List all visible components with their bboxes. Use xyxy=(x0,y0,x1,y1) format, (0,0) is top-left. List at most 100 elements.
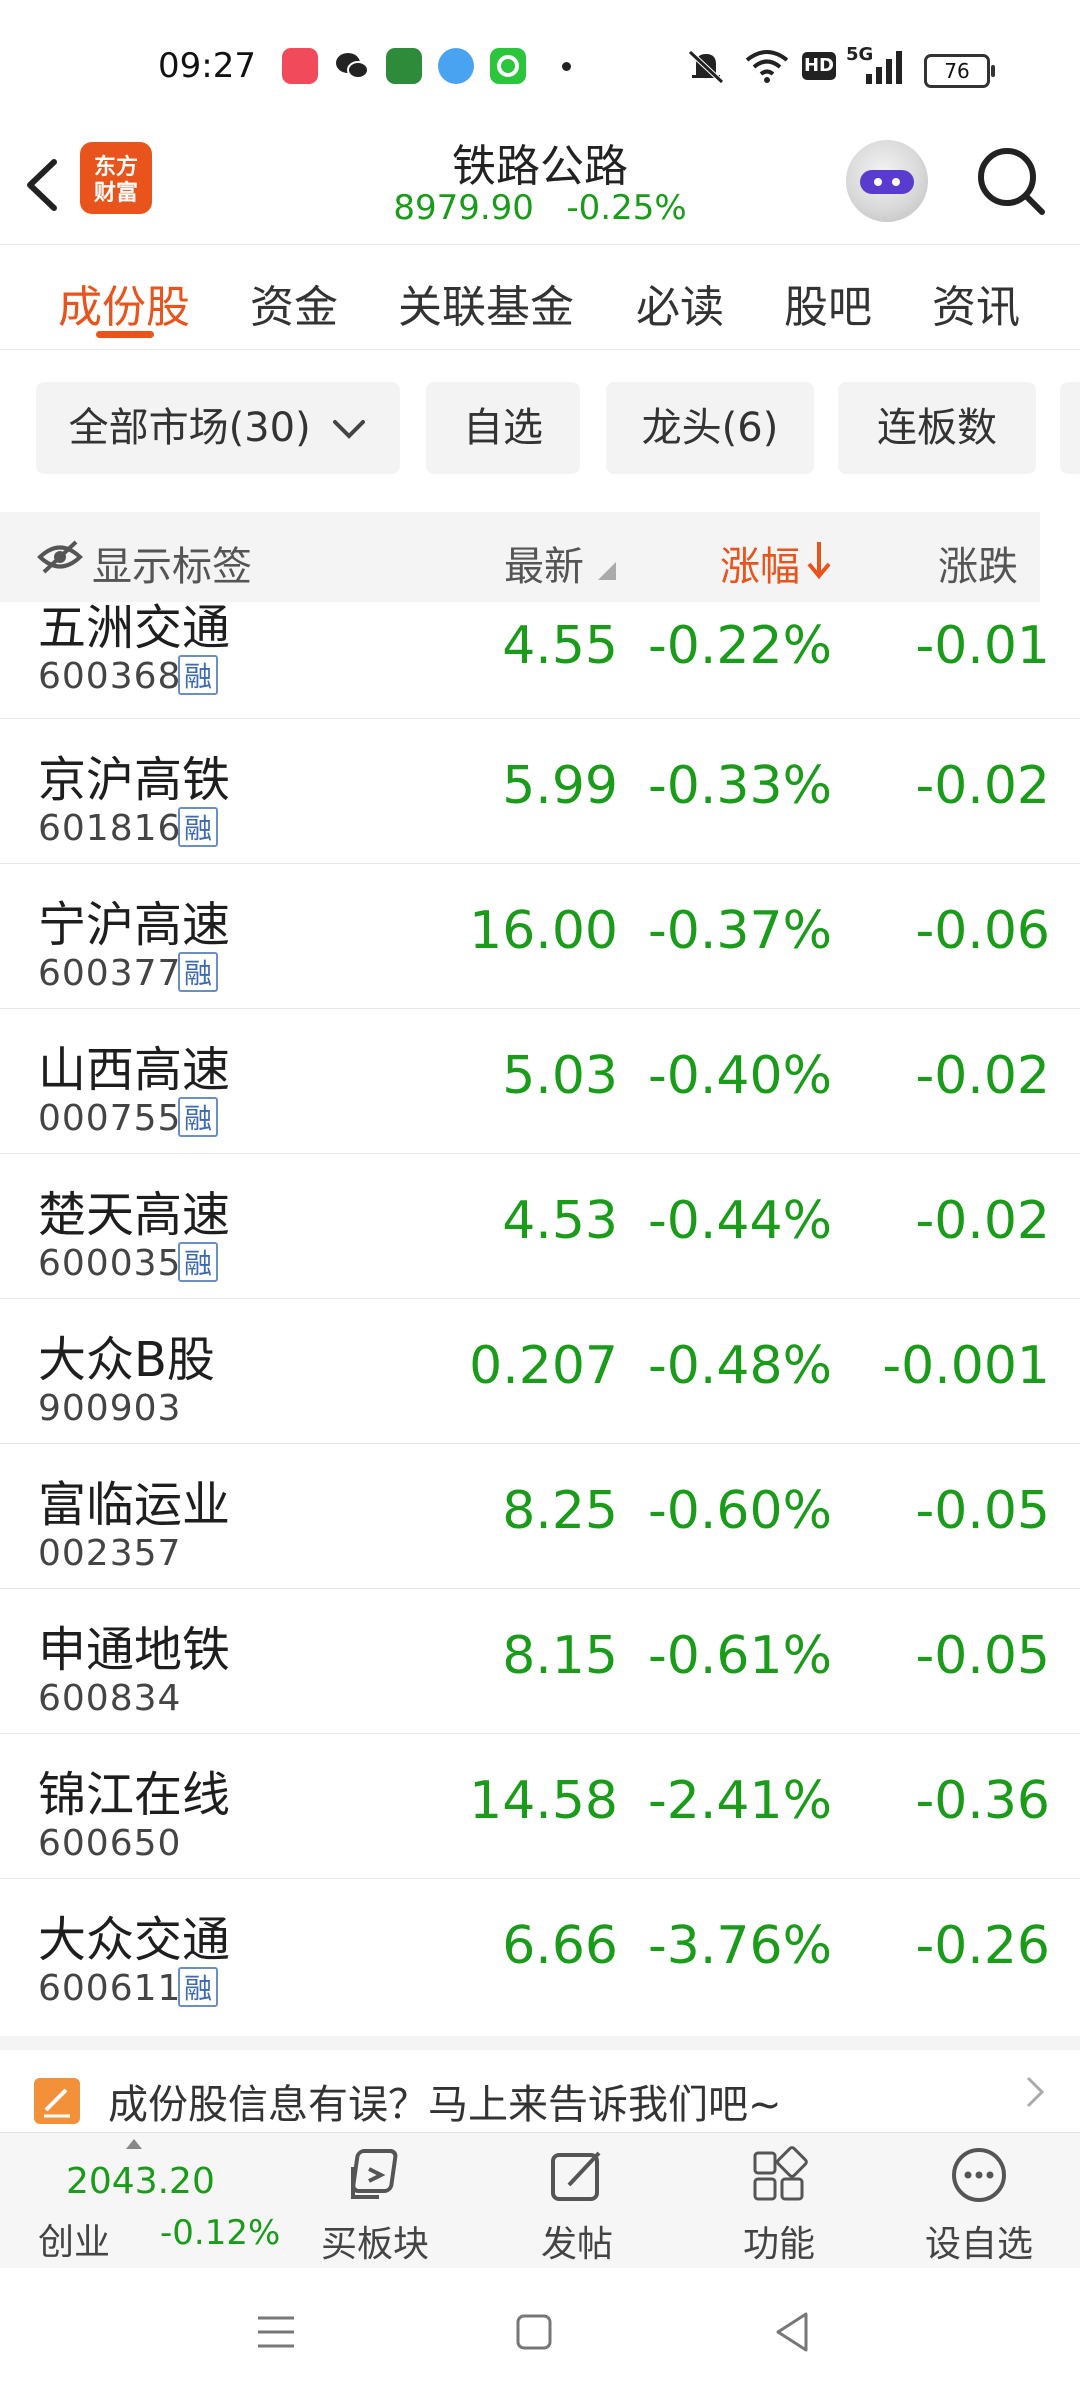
stock-row[interactable]: 锦江在线 600650 14.58 -2.41% -0.36 xyxy=(0,1733,1080,1879)
market-index-value: 2043.20 xyxy=(66,2161,215,2202)
stock-price: 0.207 xyxy=(469,1336,618,1396)
compose-icon xyxy=(551,2151,601,2201)
battery-icon: 76 xyxy=(924,54,995,88)
streak-filter[interactable]: 连板数 xyxy=(838,382,1036,474)
market-filter-dropdown[interactable]: 全部市场(30) xyxy=(36,382,400,474)
tab-forum[interactable]: 股吧 xyxy=(784,271,872,335)
tab-funds-flow[interactable]: 资金 xyxy=(250,271,338,335)
stock-change: -0.02 xyxy=(915,756,1050,816)
buy-sector-icon xyxy=(351,2149,398,2199)
stock-price: 8.25 xyxy=(502,1481,618,1541)
stock-name: 大众交通 xyxy=(38,1912,231,1968)
stock-row[interactable]: 京沪高铁 601816 融 5.99 -0.33% -0.02 xyxy=(0,718,1080,864)
feedback-text: 成份股信息有误？马上来告诉我们吧~ xyxy=(108,2082,782,2128)
stock-price: 4.53 xyxy=(502,1191,618,1251)
stock-change: -0.05 xyxy=(915,1626,1050,1686)
more-filter[interactable] xyxy=(1060,382,1080,474)
edit-note-icon xyxy=(34,2078,80,2124)
stock-change-pct: -0.33% xyxy=(648,756,832,816)
back-nav-icon[interactable] xyxy=(772,2310,812,2354)
feather-app-icon xyxy=(438,48,474,84)
app-logo[interactable]: 东方 财富 xyxy=(80,142,152,214)
eye-hidden-icon[interactable] xyxy=(36,538,84,576)
stock-name: 楚天高速 xyxy=(38,1187,231,1243)
stock-change-pct: -0.40% xyxy=(648,1046,832,1106)
stock-price: 8.15 xyxy=(502,1626,618,1686)
chevron-right-icon xyxy=(1024,2070,1048,2125)
margin-badge: 融 xyxy=(178,1242,218,1282)
stock-code: 002357 xyxy=(38,1533,182,1574)
stock-change: -0.001 xyxy=(882,1336,1050,1396)
stock-row[interactable]: 五洲交通 600368 融 4.55 -0.22% -0.01 xyxy=(0,574,1080,719)
status-time: 09:27 xyxy=(158,46,256,86)
post-label: 发帖 xyxy=(540,2224,613,2265)
stock-name: 锦江在线 xyxy=(38,1767,231,1823)
green-app-icon xyxy=(490,48,526,84)
watchlist-filter-label: 自选 xyxy=(463,405,543,451)
home-icon[interactable] xyxy=(514,2312,554,2352)
stock-row[interactable]: 楚天高速 600035 融 4.53 -0.44% -0.02 xyxy=(0,1153,1080,1299)
back-button[interactable] xyxy=(18,150,78,220)
search-button[interactable] xyxy=(972,142,1052,222)
stock-change: -0.26 xyxy=(915,1916,1050,1976)
market-index-change: -0.12% xyxy=(160,2213,281,2253)
tab-constituents[interactable]: 成份股 xyxy=(58,271,190,335)
market-index-widget[interactable]: 2043.20 创业 -0.12% xyxy=(0,2133,290,2269)
caret-up-icon xyxy=(126,2139,142,2149)
stock-change-pct: -0.61% xyxy=(648,1626,832,1686)
margin-badge: 融 xyxy=(178,1967,218,2007)
add-watchlist-label: 设自选 xyxy=(924,2224,1033,2265)
stock-price: 6.66 xyxy=(502,1916,618,1976)
tab-news[interactable]: 资讯 xyxy=(932,271,1020,335)
stock-row[interactable]: 大众交通 600611 融 6.66 -3.76% -0.26 xyxy=(0,1878,1080,2023)
svg-text:东方: 东方 xyxy=(94,154,138,180)
stock-change-pct: -0.48% xyxy=(648,1336,832,1396)
watchlist-filter[interactable]: 自选 xyxy=(426,382,580,474)
buy-sector-button[interactable]: 买板块 xyxy=(300,2133,450,2269)
tab-related-funds[interactable]: 关联基金 xyxy=(398,271,574,335)
tab-must-read[interactable]: 必读 xyxy=(636,271,724,335)
stock-name: 宁沪高速 xyxy=(38,897,231,953)
stock-name: 富临运业 xyxy=(38,1477,231,1533)
post-button[interactable]: 发帖 xyxy=(502,2133,652,2269)
wechat-icon xyxy=(334,48,370,84)
stock-row[interactable]: 山西高速 000755 融 5.03 -0.40% -0.02 xyxy=(0,1008,1080,1154)
stock-change-pct: -3.76% xyxy=(648,1916,832,1976)
menu-icon[interactable] xyxy=(254,2312,298,2352)
stock-row[interactable]: 富临运业 002357 8.25 -0.60% -0.05 xyxy=(0,1443,1080,1589)
battery-level: 76 xyxy=(944,59,970,83)
leaders-filter[interactable]: 龙头(6) xyxy=(606,382,814,474)
market-filter-label: 全部市场(30) xyxy=(68,405,311,451)
stock-name: 京沪高铁 xyxy=(38,752,231,808)
stock-change: -0.02 xyxy=(915,1191,1050,1251)
stock-name: 山西高速 xyxy=(38,1042,231,1098)
more-circle-icon xyxy=(952,2148,1006,2202)
leaders-filter-label: 龙头(6) xyxy=(641,405,779,451)
sector-index-value: 8979.90 xyxy=(393,188,534,228)
system-nav-bar xyxy=(0,2268,1080,2400)
stock-code: 600611 xyxy=(38,1968,182,2009)
stock-row[interactable]: 申通地铁 600834 8.15 -0.61% -0.05 xyxy=(0,1588,1080,1734)
robot-assistant-icon[interactable] xyxy=(846,140,928,222)
signal-icon xyxy=(866,51,902,84)
stock-change-pct: -0.37% xyxy=(648,901,832,961)
wifi-icon xyxy=(745,50,789,83)
mute-icon xyxy=(688,50,724,84)
stock-row[interactable]: 大众B股 900903 0.207 -0.48% -0.001 xyxy=(0,1298,1080,1444)
functions-button[interactable]: 功能 xyxy=(704,2133,854,2269)
stock-change-pct: -0.44% xyxy=(648,1191,832,1251)
music-app-icon xyxy=(282,48,318,84)
bottom-toolbar: 2043.20 创业 -0.12% 买板块 发帖 功能 设自选 xyxy=(0,2132,1080,2269)
stock-change: -0.01 xyxy=(915,616,1050,676)
stock-code: 600834 xyxy=(38,1678,182,1719)
stock-change-pct: -0.22% xyxy=(648,616,832,676)
stock-change: -0.36 xyxy=(915,1771,1050,1831)
stock-change: -0.02 xyxy=(915,1046,1050,1106)
stock-row[interactable]: 宁沪高速 600377 融 16.00 -0.37% -0.06 xyxy=(0,863,1080,1009)
stock-price: 5.03 xyxy=(502,1046,618,1106)
add-watchlist-button[interactable]: 设自选 xyxy=(904,2133,1054,2269)
grid-apps-icon xyxy=(753,2146,808,2201)
chevron-down-icon xyxy=(333,420,366,439)
stock-code: 600368 xyxy=(38,656,182,697)
margin-badge: 融 xyxy=(178,655,218,695)
